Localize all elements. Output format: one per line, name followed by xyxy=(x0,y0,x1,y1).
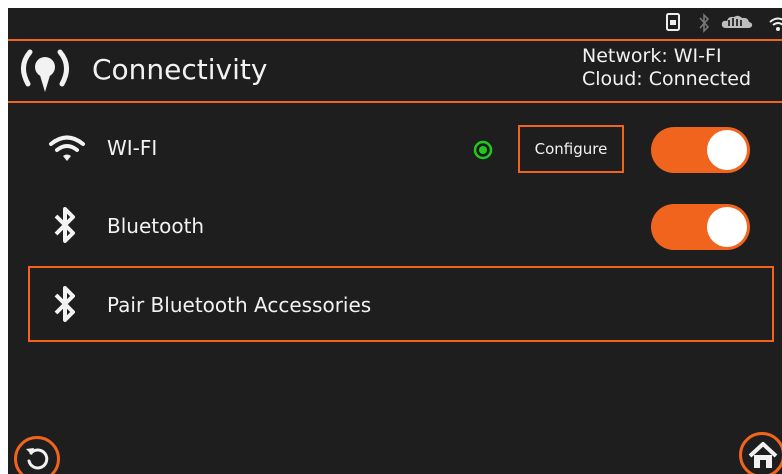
toggle-knob xyxy=(707,207,747,247)
back-arrow-icon xyxy=(23,445,51,474)
home-icon xyxy=(747,440,779,474)
pair-bluetooth-accessories-button[interactable]: Pair Bluetooth Accessories xyxy=(28,266,774,342)
back-button[interactable] xyxy=(14,436,60,474)
bluetooth-label: Bluetooth xyxy=(107,214,205,238)
connection-status: Network: WI-FI Cloud: Connected xyxy=(582,45,782,91)
network-status: Network: WI-FI xyxy=(582,45,722,67)
wifi-icon xyxy=(48,134,86,168)
bluetooth-toggle[interactable] xyxy=(651,204,750,250)
cloud-status: Cloud: Connected xyxy=(582,68,752,90)
page-header: Connectivity Network: WI-FI Cloud: Conne… xyxy=(8,39,782,103)
device-screen: Connectivity Network: WI-FI Cloud: Conne… xyxy=(8,8,782,474)
wifi-label: WI-FI xyxy=(107,136,158,160)
bluetooth-row: Bluetooth xyxy=(8,192,782,262)
configure-button[interactable]: Configure xyxy=(518,125,624,173)
device-icon xyxy=(666,13,680,35)
pair-label: Pair Bluetooth Accessories xyxy=(107,293,372,317)
wifi-toggle[interactable] xyxy=(651,127,750,173)
bluetooth-icon xyxy=(698,13,710,37)
bluetooth-icon xyxy=(52,205,78,249)
connectivity-signal-icon xyxy=(18,48,72,98)
page-title: Connectivity xyxy=(92,53,268,86)
toggle-knob xyxy=(707,130,747,170)
bluetooth-icon xyxy=(52,284,78,328)
wifi-row: WI-FI xyxy=(8,114,782,184)
status-bar xyxy=(8,8,782,38)
home-button[interactable] xyxy=(739,432,782,474)
cloud-icon xyxy=(720,14,754,34)
wifi-connected-indicator xyxy=(473,140,493,164)
wifi-icon xyxy=(768,16,782,36)
